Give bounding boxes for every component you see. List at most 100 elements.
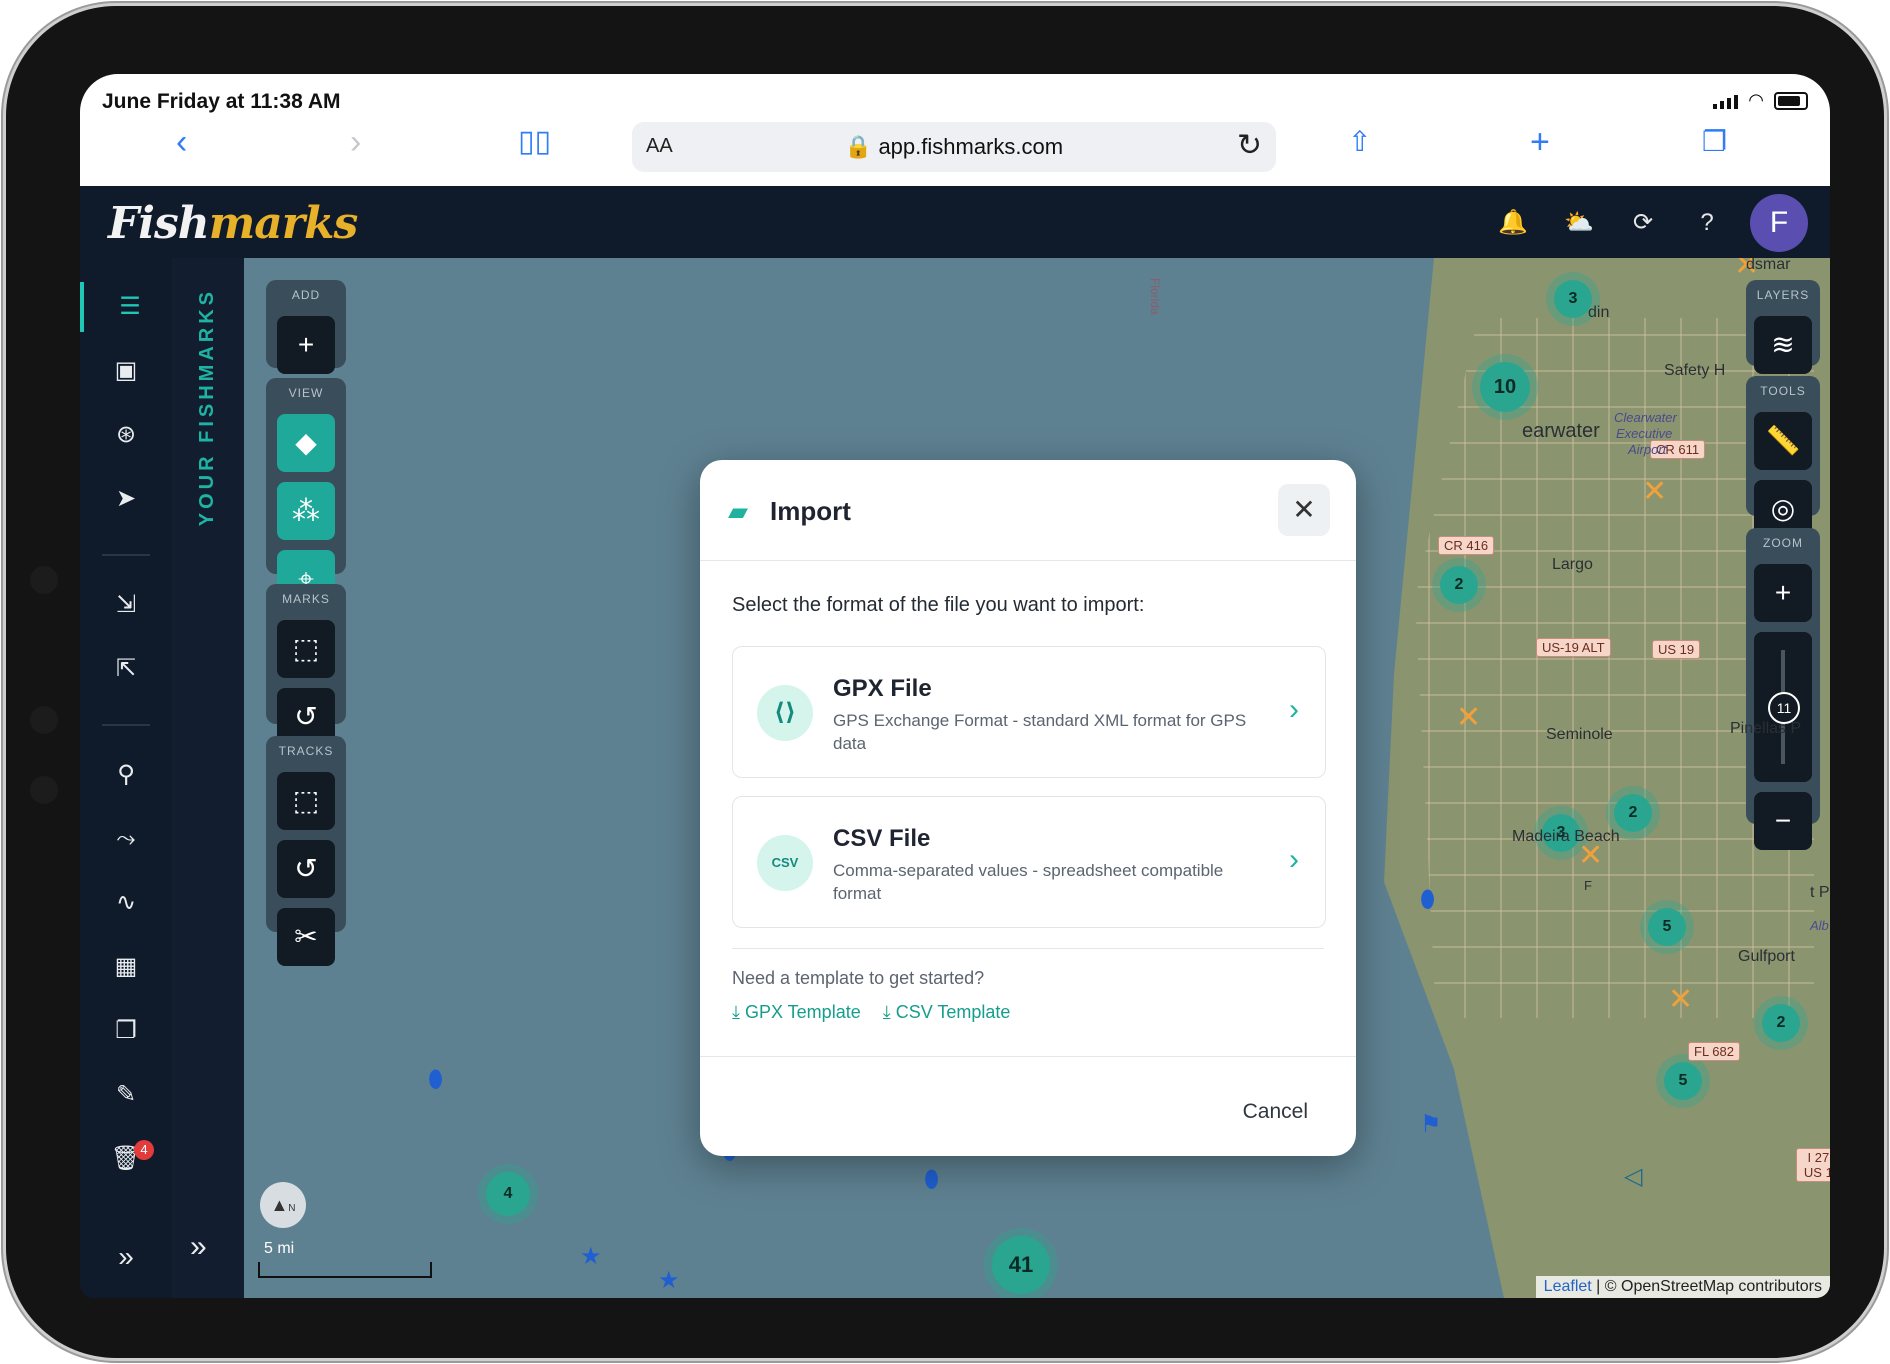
- tracks-rect-select-icon[interactable]: ⬚: [277, 772, 335, 830]
- marks-rect-select-icon[interactable]: ⬚: [277, 620, 335, 678]
- bookmarks-icon[interactable]: ▯▯: [518, 122, 551, 162]
- camera-dot: [30, 776, 58, 804]
- tracks-group-title: TRACKS: [278, 744, 334, 758]
- road-label: FL 682: [1688, 1042, 1740, 1061]
- place-label: t P: [1810, 884, 1830, 901]
- status-icons: ◠: [1713, 90, 1808, 111]
- back-icon[interactable]: ‹: [176, 122, 187, 162]
- help-icon[interactable]: ?: [1692, 208, 1722, 238]
- scissors-icon[interactable]: ✂: [277, 908, 335, 966]
- download-icon: ⤓: [882, 1002, 891, 1022]
- sync-icon[interactable]: ⟳: [1628, 208, 1658, 238]
- place-label: Pinellas P: [1730, 720, 1802, 737]
- map-cluster[interactable]: 2: [1614, 794, 1652, 832]
- forward-icon[interactable]: ›: [350, 122, 361, 162]
- tag-view-icon[interactable]: ◆: [277, 414, 335, 472]
- x-mark-icon[interactable]: ✕: [1456, 700, 1481, 735]
- gpx-template-link[interactable]: ⤓ GPX Template: [732, 1002, 861, 1023]
- map-cluster[interactable]: 2: [1440, 566, 1478, 604]
- tabs-icon[interactable]: ❐: [1702, 122, 1727, 162]
- tracks-lasso-select-icon[interactable]: ↺: [277, 840, 335, 898]
- format-prompt: Select the format of the file you want t…: [732, 594, 1145, 616]
- layers-icon[interactable]: ≋: [1754, 316, 1812, 374]
- map-pin-icon[interactable]: ⬮: [1420, 886, 1435, 914]
- layers-group: LAYERS ≋: [1746, 280, 1820, 374]
- lifebuoy-icon[interactable]: ⊛: [80, 410, 172, 460]
- add-group: ADD +: [266, 280, 346, 374]
- avatar[interactable]: F: [1750, 194, 1808, 252]
- fishmarks-panel-strip[interactable]: YOUR FISHMARKS »: [172, 258, 244, 1298]
- ipad-frame: June Friday at 11:38 AM ◠ ‹ › ▯▯ AA 🔒 ap…: [6, 6, 1884, 1358]
- csv-template-label: CSV Template: [895, 1002, 1011, 1022]
- trash-icon[interactable]: 🗑 4: [80, 1134, 172, 1184]
- gpx-template-label: GPX Template: [744, 1002, 861, 1022]
- csv-template-link[interactable]: ⤓ CSV Template: [883, 1002, 1011, 1023]
- map-cluster[interactable]: 10: [1480, 362, 1530, 412]
- place-label: din: [1588, 304, 1610, 321]
- csv-file-option[interactable]: CSV CSV File Comma-separated values - sp…: [732, 796, 1326, 928]
- compass-icon[interactable]: ▲N: [260, 1182, 306, 1228]
- place-label: Largo: [1552, 556, 1593, 573]
- sidebar-divider: [102, 554, 150, 556]
- gpx-file-option[interactable]: ⟨⟩ GPX File GPS Exchange Format - standa…: [732, 646, 1326, 778]
- map-cluster[interactable]: 41: [992, 1236, 1050, 1294]
- route-icon[interactable]: ⤳: [80, 814, 172, 864]
- tackle-box-icon[interactable]: ▣: [80, 346, 172, 396]
- wifi-icon: ◠: [1748, 90, 1764, 110]
- map-pin-icon[interactable]: ⬮: [924, 1166, 939, 1194]
- bell-icon[interactable]: 🔔: [1498, 208, 1528, 238]
- star-icon[interactable]: ★: [658, 1266, 680, 1295]
- import-file-icon[interactable]: ⇲: [80, 580, 172, 630]
- url-bar[interactable]: AA 🔒 app.fishmarks.com ↻: [632, 122, 1276, 172]
- grid-icon[interactable]: ▦: [80, 942, 172, 992]
- place-label: Executive: [1616, 426, 1673, 441]
- map-pin-icon[interactable]: ⬮: [428, 1066, 443, 1094]
- template-prompt: Need a template to get started?: [732, 968, 985, 988]
- reload-icon[interactable]: ↻: [1237, 128, 1262, 163]
- export-file-icon[interactable]: ⇱: [80, 644, 172, 694]
- brush-icon[interactable]: ✎: [80, 1070, 172, 1120]
- flag-icon[interactable]: ⚑: [1420, 1110, 1442, 1139]
- cluster-view-icon[interactable]: ⁂: [277, 482, 335, 540]
- weather-icon[interactable]: ⛅: [1564, 208, 1594, 238]
- map-cluster[interactable]: 4: [486, 1172, 530, 1216]
- zoom-in-button[interactable]: +: [1754, 564, 1812, 622]
- expand-sidebar-icon[interactable]: »: [80, 1232, 172, 1282]
- dialog-header: ▰ Import ✕: [700, 460, 1356, 561]
- close-button[interactable]: ✕: [1278, 484, 1330, 536]
- expand-panel-icon[interactable]: »: [190, 1230, 207, 1264]
- map-pin-icon[interactable]: ⚲: [80, 750, 172, 800]
- place-label: Seminole: [1546, 726, 1613, 743]
- place-label: Clearwater: [1614, 410, 1677, 425]
- camera-dot: [30, 706, 58, 734]
- place-label: Florida: [1148, 278, 1162, 315]
- share-icon[interactable]: ⇧: [1348, 122, 1371, 162]
- sidebar: ☰ ▣ ⊛ ➤ ⇲ ⇱ ⚲ ⤳ ∿ ▦ ❐ ✎ 🗑 4 »: [80, 258, 172, 1298]
- close-icon: ✕: [1292, 494, 1316, 525]
- scale-bar: [258, 1262, 432, 1278]
- x-mark-icon[interactable]: ✕: [1668, 982, 1693, 1017]
- fish-mark-icon[interactable]: ◁: [1624, 1162, 1642, 1191]
- fishmarks-logo[interactable]: Fishmarks: [108, 198, 358, 249]
- zoom-out-button[interactable]: −: [1754, 792, 1812, 850]
- fish-icon[interactable]: ➤: [80, 474, 172, 524]
- map-cluster[interactable]: 5: [1664, 1062, 1702, 1100]
- track-icon[interactable]: ∿: [80, 878, 172, 928]
- trash-badge: 4: [134, 1140, 154, 1160]
- leaflet-link[interactable]: Leaflet: [1544, 1278, 1592, 1295]
- star-icon[interactable]: ★: [580, 1242, 602, 1271]
- map-cluster[interactable]: 5: [1648, 908, 1686, 946]
- copy-icon[interactable]: ❐: [80, 1006, 172, 1056]
- x-mark-icon[interactable]: ✕: [1642, 474, 1667, 509]
- zoom-slider[interactable]: 11: [1754, 632, 1812, 782]
- divider: [732, 948, 1324, 949]
- new-tab-icon[interactable]: +: [1530, 122, 1550, 162]
- ruler-icon[interactable]: 📏: [1754, 412, 1812, 470]
- cancel-button[interactable]: Cancel: [1243, 1100, 1308, 1124]
- add-button[interactable]: +: [277, 316, 335, 374]
- map-cluster[interactable]: 3: [1554, 280, 1592, 318]
- list-icon[interactable]: ☰: [80, 282, 176, 332]
- place-label: Madeira Beach: [1512, 828, 1620, 845]
- file-import-icon: ▰: [728, 496, 748, 526]
- map-cluster[interactable]: 2: [1762, 1004, 1800, 1042]
